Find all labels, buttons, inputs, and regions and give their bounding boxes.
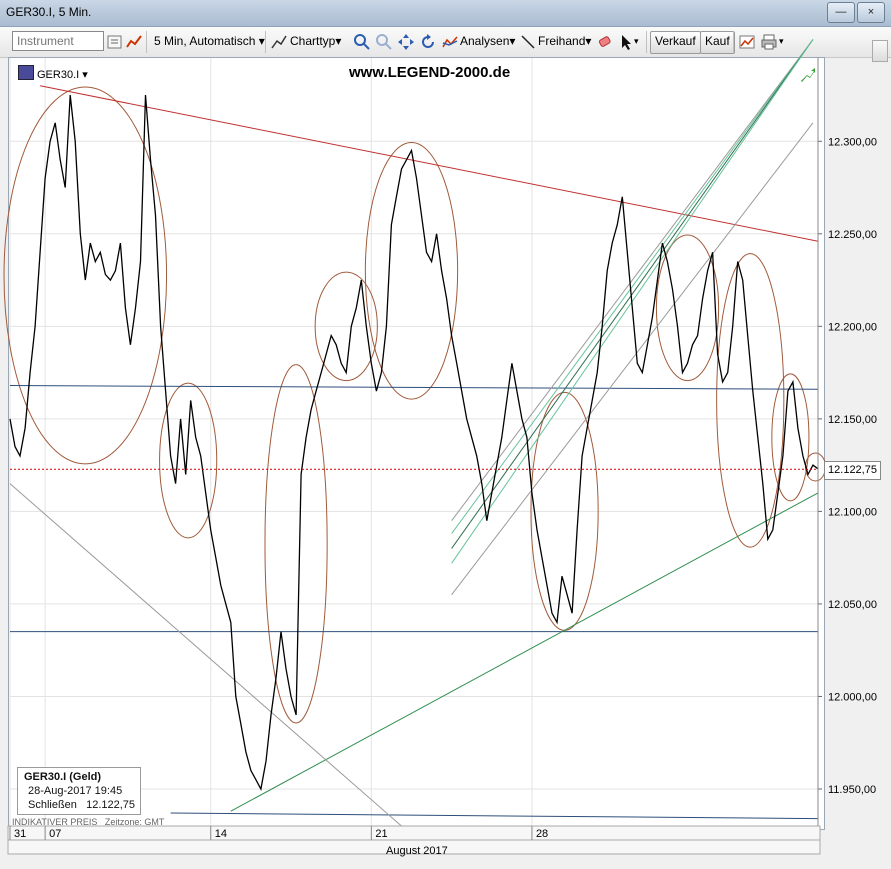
y-tick-label: 11.950,00 [828, 784, 876, 796]
highlight-ellipse [364, 142, 459, 400]
y-tick-label: 12.250,00 [828, 229, 877, 241]
trend-arrow-icon [799, 66, 817, 84]
timezone-label: Zeitzone: GMT [104, 817, 165, 827]
highlight-ellipse [771, 373, 810, 502]
trend-line-uptrend [230, 492, 819, 812]
price-chart[interactable]: 12.300,00 12.250,00 12.200,00 12.150,00 12.1… [0, 0, 891, 869]
instrument-logo-icon [18, 65, 34, 80]
chart-instrument-selector[interactable]: GER30.I ▾ [18, 65, 88, 81]
x-tick-label: 14 [215, 828, 227, 840]
channel-line [451, 39, 814, 549]
y-tick-label: 12.000,00 [828, 691, 877, 703]
channel-line [451, 122, 814, 595]
info-close-value: 12.122,75 [86, 799, 136, 811]
x-tick-label: 21 [375, 828, 387, 840]
channel-line [451, 39, 814, 534]
month-label: August 2017 [386, 845, 448, 857]
info-close-label: Schließen [28, 799, 77, 811]
watermark: www.LEGEND-2000.de [349, 64, 511, 81]
chart-footnote: INDIKATIVER PREIS Zeitzone: GMT [12, 817, 164, 827]
current-price-tag: 12.122,75 [824, 461, 881, 480]
info-title: GER30.I (Geld) [24, 771, 102, 783]
y-tick-label: 12.300,00 [828, 136, 877, 148]
chart-instrument-name: GER30.I [37, 69, 80, 81]
y-tick-label: 12.050,00 [828, 599, 877, 611]
price-info-box: GER30.I (Geld) 28-Aug-2017 19:45 Schließ… [17, 767, 141, 815]
trend-line-resistance [40, 85, 819, 242]
info-datetime: 28-Aug-2017 19:45 [28, 785, 123, 797]
app-window: GER30.I, 5 Min. — × 5 Min, Automatisch ▾… [0, 0, 891, 869]
x-tick-label: 07 [49, 828, 61, 840]
indicative-price-label: INDIKATIVER PREIS [12, 817, 98, 827]
x-tick-label: 31 [14, 828, 26, 840]
y-tick-label: 12.150,00 [828, 414, 877, 426]
trend-line-bottom [170, 812, 819, 820]
y-tick-label: 12.200,00 [828, 321, 877, 333]
y-tick-label: 12.100,00 [828, 506, 877, 518]
trend-line-support-horizontal [9, 385, 819, 390]
x-axis-band [7, 825, 821, 841]
highlight-ellipse [716, 253, 785, 548]
x-tick-label: 28 [536, 828, 548, 840]
highlight-ellipse [264, 364, 328, 724]
